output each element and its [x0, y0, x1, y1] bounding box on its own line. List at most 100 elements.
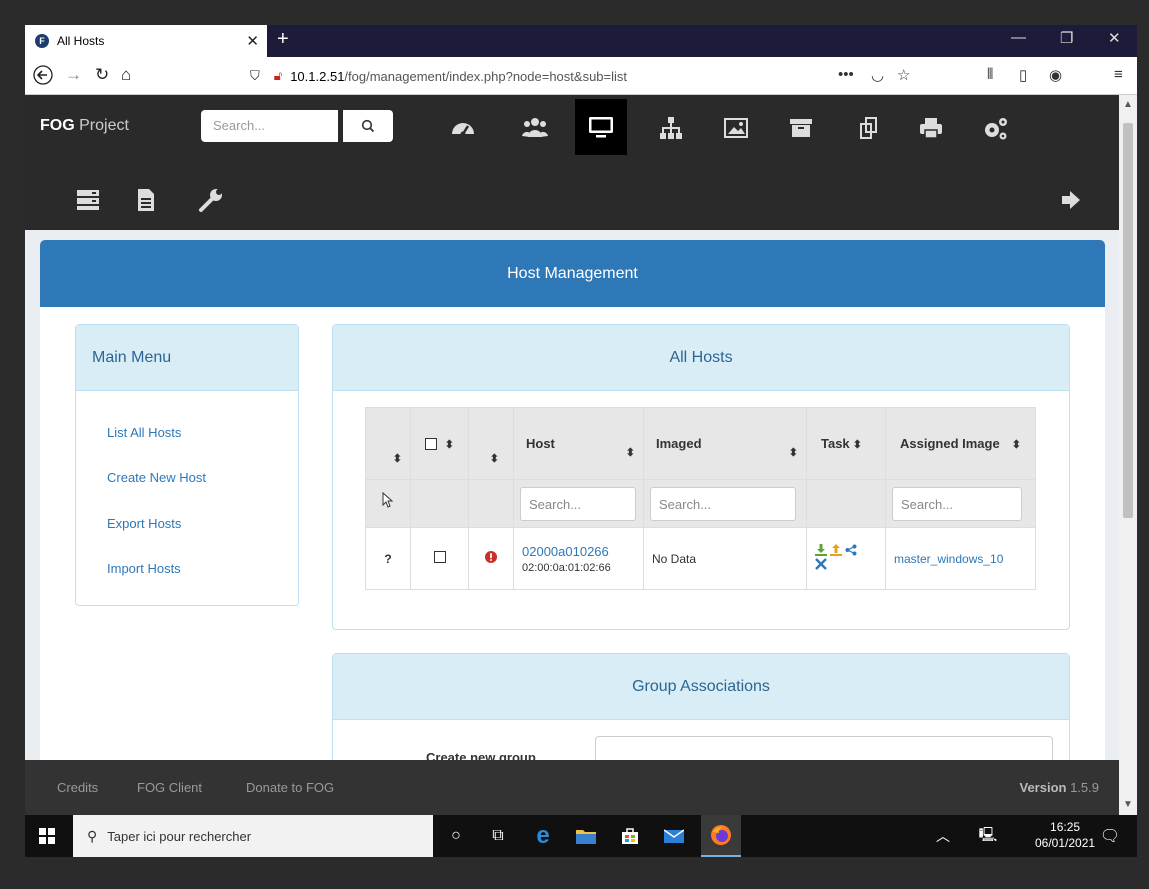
hosts-monitor-icon[interactable]: [575, 99, 627, 155]
windows-taskbar: ⚲ Taper ici pour rechercher ○ ⧉ e ︿ 🖳︎ 1…: [25, 815, 1137, 857]
search-icon: ⚲: [87, 827, 98, 844]
table-row: ? 02000a010266 02:00:0a:01:02:66 No Data: [365, 527, 1036, 590]
filter-cell: [468, 479, 514, 528]
footer-link-donate[interactable]: Donate to FOG: [246, 780, 334, 795]
page-actions-icon[interactable]: •••: [838, 66, 854, 83]
imaged-column-header[interactable]: Imaged ⬍: [643, 407, 807, 480]
sort-icon: ⬍: [392, 453, 402, 465]
dashboard-icon[interactable]: [437, 103, 489, 153]
menu-item-export-hosts[interactable]: Export Hosts: [107, 516, 181, 531]
deploy-download-icon[interactable]: [815, 544, 827, 556]
header-search-input[interactable]: Search...: [201, 110, 338, 142]
host-name-link[interactable]: 02000a010266: [522, 544, 643, 559]
menu-item-list-all-hosts[interactable]: List All Hosts: [107, 425, 181, 440]
pocket-icon[interactable]: ◡: [871, 66, 884, 84]
brand[interactable]: FOG Project: [40, 117, 129, 135]
row-checkbox-cell: [410, 527, 469, 590]
fog-favicon-icon: F: [35, 34, 49, 48]
reports-document-icon[interactable]: [120, 175, 172, 225]
imaged-filter-input[interactable]: Search...: [650, 486, 796, 521]
show-hidden-icons-chevron-icon[interactable]: ︿: [930, 823, 956, 849]
assigned-image-link[interactable]: master_windows_10: [894, 552, 1003, 566]
taskbar-clock[interactable]: 16:25 06/01/2021: [1035, 819, 1095, 851]
capture-upload-icon[interactable]: [830, 544, 842, 556]
printers-icon[interactable]: [905, 103, 957, 153]
main-menu-box: Main Menu List All Hosts Create New Host…: [75, 324, 299, 606]
snapins-icon[interactable]: [845, 103, 897, 153]
scroll-down-icon[interactable]: ▼: [1123, 799, 1133, 810]
sort-icon: ⬍: [444, 439, 454, 451]
minimize-icon[interactable]: —: [1011, 29, 1026, 46]
search-icon: [361, 119, 375, 133]
host-column-header[interactable]: Host ⬍: [513, 407, 644, 480]
store-icon[interactable]: [617, 823, 643, 849]
menu-hamburger-icon[interactable]: ≡: [1114, 66, 1123, 83]
select-all-checkbox[interactable]: [425, 438, 437, 450]
address-bar[interactable]: ⛉ 🔓︎ 10.1.2.51/fog/management/index.php?…: [230, 61, 925, 91]
multicast-share-icon[interactable]: [845, 544, 857, 556]
sort-icon: ⬍: [788, 447, 798, 459]
filter-cell: [410, 479, 469, 528]
notifications-icon[interactable]: 🗨︎: [1097, 823, 1123, 849]
status-column-header[interactable]: ⬍: [365, 407, 411, 480]
new-tab-icon[interactable]: +: [277, 28, 289, 51]
windows-start-icon[interactable]: [39, 828, 55, 844]
firefox-taskbar-icon[interactable]: [701, 815, 741, 857]
web-page: FOG Project Search... Host Management Ma…: [25, 95, 1119, 815]
filter-cell: Search...: [885, 479, 1036, 528]
forward-icon[interactable]: →: [65, 65, 82, 85]
menu-item-create-new-host[interactable]: Create New Host: [107, 470, 206, 485]
file-explorer-icon[interactable]: [573, 823, 599, 849]
library-icon[interactable]: ⫴: [987, 66, 993, 83]
header-search-button[interactable]: [343, 110, 393, 142]
tab-close-icon[interactable]: ✕: [246, 32, 259, 50]
tracking-shield-icon[interactable]: ⛉: [250, 68, 260, 84]
network-icon[interactable]: 🖳︎: [975, 823, 1001, 849]
menu-item-import-hosts[interactable]: Import Hosts: [107, 561, 181, 576]
mail-icon[interactable]: [661, 823, 687, 849]
users-icon[interactable]: [509, 103, 561, 153]
insecure-lock-icon[interactable]: 🔓︎: [274, 68, 282, 84]
scroll-up-icon[interactable]: ▲: [1123, 99, 1133, 110]
tasks-server-icon[interactable]: [62, 175, 114, 225]
sort-icon: ⬍: [489, 453, 499, 465]
logout-icon[interactable]: [1045, 175, 1097, 225]
groups-sitemap-icon[interactable]: [645, 103, 697, 153]
all-hosts-box: All Hosts ⬍ ⬍ ⬍ Host ⬍ Imaged ⬍ Task ⬍ Ass…: [332, 324, 1070, 630]
cortana-icon[interactable]: ○: [443, 823, 469, 849]
filter-cell: Search...: [643, 479, 807, 528]
row-select-checkbox[interactable]: [433, 551, 446, 563]
host-filter-input[interactable]: Search...: [520, 486, 636, 521]
taskbar-search-input[interactable]: ⚲ Taper ici pour rechercher: [73, 815, 433, 857]
task-view-icon[interactable]: ⧉: [485, 823, 511, 849]
edge-browser-icon[interactable]: e: [530, 822, 556, 849]
filter-row: Search... Search... Search...: [365, 479, 1036, 528]
advanced-expand-icon[interactable]: [815, 558, 827, 570]
scrollbar-thumb[interactable]: [1123, 123, 1133, 518]
select-all-column-header[interactable]: ⬍: [410, 407, 469, 480]
page-scrollbar[interactable]: ▲ ▼: [1119, 95, 1137, 815]
tab-title: All Hosts: [57, 34, 105, 48]
task-column-header[interactable]: Task ⬍: [806, 407, 886, 480]
restore-icon[interactable]: ❐: [1060, 29, 1073, 47]
settings-cogs-icon[interactable]: [970, 103, 1022, 153]
reload-icon[interactable]: ↻: [95, 65, 109, 85]
browser-tab[interactable]: F All Hosts ✕: [25, 25, 267, 57]
sort-icon: ⬍: [1011, 439, 1021, 451]
sidebar-icon[interactable]: ▯: [1019, 66, 1027, 84]
footer-link-fog-client[interactable]: FOG Client: [137, 780, 202, 795]
window-close-icon[interactable]: ✕: [1108, 29, 1121, 47]
bookmark-star-icon[interactable]: ☆: [897, 66, 910, 84]
ping-column-header[interactable]: ⬍: [468, 407, 514, 480]
assigned-image-filter-input[interactable]: Search...: [892, 486, 1022, 521]
storage-archive-icon[interactable]: [775, 103, 827, 153]
mouse-cursor-icon: [382, 491, 394, 508]
assigned-image-column-header[interactable]: Assigned Image ⬍: [885, 407, 1036, 480]
home-icon[interactable]: ⌂: [121, 65, 131, 85]
back-icon[interactable]: [33, 65, 53, 90]
images-icon[interactable]: [710, 103, 762, 153]
footer-link-credits[interactable]: Credits: [57, 780, 98, 795]
host-cell: 02000a010266 02:00:0a:01:02:66: [513, 527, 644, 590]
plugins-wrench-icon[interactable]: [185, 175, 237, 225]
account-icon[interactable]: ◉: [1049, 66, 1062, 84]
